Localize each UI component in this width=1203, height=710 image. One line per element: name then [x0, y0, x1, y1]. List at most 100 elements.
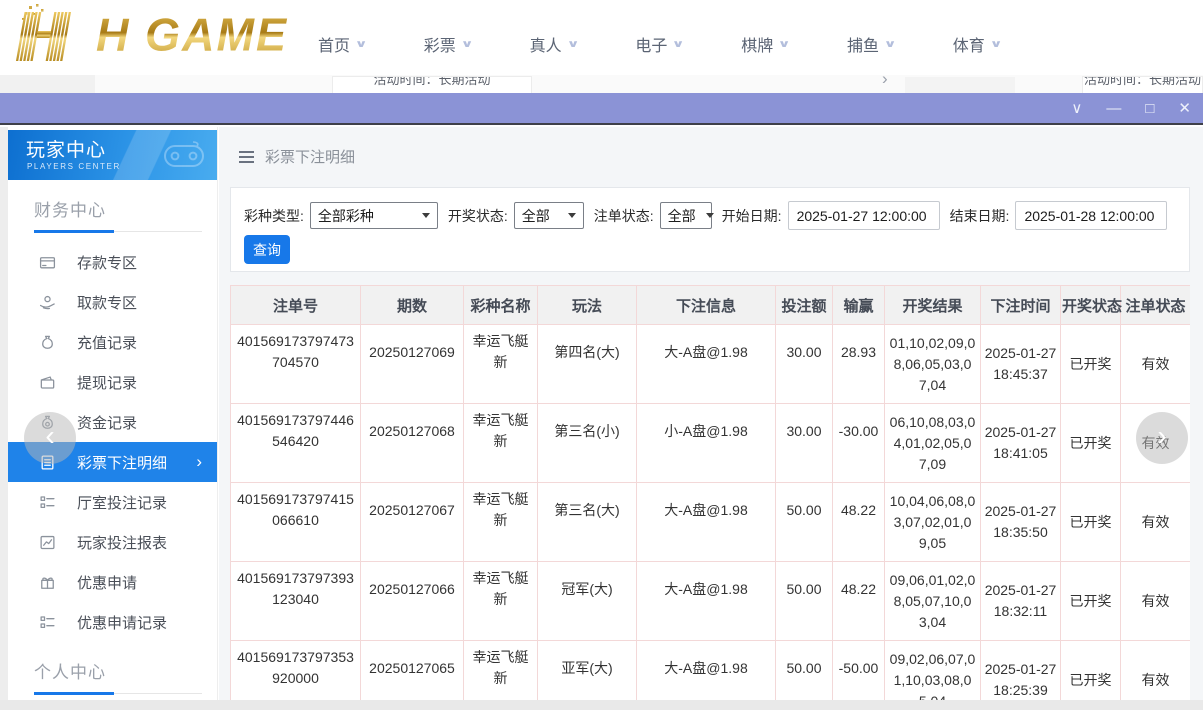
table-cell: 幸运飞艇新 [464, 325, 538, 404]
sidebar-item-label: 提现记录 [77, 372, 137, 393]
nav-item-lottery[interactable]: 彩票 ∨ [424, 32, 471, 56]
column-header: 开奖结果 [885, 286, 981, 325]
table-cell: 2025-01-27 18:35:50 [981, 483, 1061, 562]
logo-text: H GAME [96, 5, 288, 64]
table-cell: 2025-01-27 18:25:39 [981, 641, 1061, 701]
table-cell: -50.00 [833, 641, 885, 701]
table-row: 40156917379741506661020250127067幸运飞艇新第三名… [231, 483, 1191, 562]
background-block [905, 77, 1015, 93]
table-cell: 已开奖 [1061, 562, 1121, 641]
promo-list-icon [39, 614, 56, 631]
table-header-row: 注单号期数彩种名称玩法下注信息投注额输赢开奖结果下注时间开奖状态注单状态 [231, 286, 1191, 325]
table-cell: 已开奖 [1061, 483, 1121, 562]
table-cell: 有效 [1121, 562, 1191, 641]
section-title-personal: 个人中心 [34, 658, 201, 683]
sidebar-item-player-bet-report[interactable]: 玩家投注报表 [8, 522, 217, 562]
sidebar-item-hall-bet-records[interactable]: 厅室投注记录 [8, 482, 217, 522]
column-header: 投注额 [776, 286, 833, 325]
table-cell: 幸运飞艇新 [464, 641, 538, 701]
sidebar-item-withdraw-zone[interactable]: 取款专区 [8, 282, 217, 322]
table-cell: 48.22 [833, 483, 885, 562]
column-header: 玩法 [538, 286, 637, 325]
site-header: H GAME 首页∨彩票∨真人∨电子∨棋牌∨捕鱼∨体育∨ [0, 0, 1203, 75]
table-cell: 2025-01-27 18:45:37 [981, 325, 1061, 404]
section-title-finance: 财务中心 [34, 196, 201, 221]
nav-item-sports[interactable]: 体育∨ [953, 32, 1000, 56]
main-nav: 首页∨彩票∨真人∨电子∨棋牌∨捕鱼∨体育∨ [318, 32, 1000, 56]
minimize-icon[interactable]: — [1106, 99, 1121, 119]
carousel-prev-button[interactable]: ‹ [24, 412, 76, 464]
table-cell: 20250127065 [361, 641, 464, 701]
sidebar-item-recharge-records[interactable]: 充值记录 [8, 322, 217, 362]
chevron-right-icon: › [196, 452, 202, 472]
brand-logo[interactable]: H GAME [10, 4, 288, 64]
close-icon[interactable]: ✕ [1178, 99, 1191, 119]
column-header: 期数 [361, 286, 464, 325]
chevron-down-icon: ∨ [355, 39, 368, 50]
column-header: 下注信息 [637, 286, 776, 325]
table-cell: 01,10,02,09,08,06,05,03,07,04 [885, 325, 981, 404]
background-card: 活动时间：长期活动 [1082, 76, 1203, 93]
sidebar-item-label: 资金记录 [77, 412, 137, 433]
chevron-down-icon: ∨ [778, 39, 791, 50]
table-cell: 幸运飞艇新 [464, 404, 538, 483]
start-date-input[interactable] [788, 201, 940, 230]
column-header: 注单号 [231, 286, 361, 325]
table-cell: 已开奖 [1061, 325, 1121, 404]
sidebar-item-deposit-zone[interactable]: 存款专区 [8, 242, 217, 282]
background-page-strip: 活动时间：长期活动 › 活动时间：长期活动 [0, 75, 1203, 93]
table-cell: 冠军(大) [538, 562, 637, 641]
column-header: 彩种名称 [464, 286, 538, 325]
table-cell: 10,04,06,08,03,07,02,01,09,05 [885, 483, 981, 562]
chevron-down-icon: ∨ [460, 39, 473, 50]
sidebar-item-promo-apply-records[interactable]: 优惠申请记录 [8, 602, 217, 642]
draw-status-select[interactable]: 全部 [514, 202, 584, 229]
lottery-type-select[interactable]: 全部彩种 [310, 202, 438, 229]
table-cell: 第三名(大) [538, 483, 637, 562]
menu-toggle-icon[interactable] [239, 151, 254, 163]
table-cell: 50.00 [776, 641, 833, 701]
table-cell: 亚军(大) [538, 641, 637, 701]
column-header: 下注时间 [981, 286, 1061, 325]
table-cell: -30.00 [833, 404, 885, 483]
background-card: 活动时间：长期活动 [332, 76, 532, 93]
table-cell: 20250127069 [361, 325, 464, 404]
nav-item-label: 彩票 [424, 32, 456, 56]
nav-item-electronic[interactable]: 电子∨ [635, 32, 682, 56]
table-row: 40156917379735392000020250127065幸运飞艇新亚军(… [231, 641, 1191, 701]
sidebar-item-label: 优惠申请 [77, 572, 137, 593]
carousel-next-button[interactable]: › [1136, 412, 1188, 464]
order-status-select[interactable]: 全部 [660, 202, 712, 229]
column-header: 注单状态 [1121, 286, 1191, 325]
sidebar-item-promo-apply[interactable]: 优惠申请 [8, 562, 217, 602]
end-date-input[interactable] [1015, 201, 1167, 230]
nav-item-chess[interactable]: 棋牌 ∨ [741, 32, 788, 56]
nav-item-label: 捕鱼 [847, 32, 879, 56]
table-cell: 20250127068 [361, 404, 464, 483]
content-header: 彩票下注明细 [239, 146, 355, 167]
select-arrow-icon [706, 213, 714, 218]
order-status-label: 注单状态: [594, 206, 654, 226]
nav-item-home[interactable]: 首页∨ [318, 32, 365, 56]
page: H GAME 首页∨彩票∨真人∨电子∨棋牌∨捕鱼∨体育∨ 活动时间：长期活动 ›… [0, 0, 1203, 710]
table-cell: 48.22 [833, 562, 885, 641]
hall-list-icon [39, 494, 56, 511]
query-button[interactable]: 查询 [244, 235, 290, 264]
table-row: 40156917379747370457020250127069幸运飞艇新第四名… [231, 325, 1191, 404]
table-cell: 28.93 [833, 325, 885, 404]
table-cell: 幸运飞艇新 [464, 562, 538, 641]
main-content: 彩票下注明细 彩种类型: 全部彩种 开奖状态: 全部 注单状态: 全部 开始日期… [219, 127, 1203, 700]
maximize-icon[interactable]: □ [1145, 99, 1154, 119]
nav-item-label: 棋牌 [741, 32, 773, 56]
modal-titlebar[interactable]: ∨ — □ ✕ [0, 93, 1203, 125]
sidebar-item-withdrawal-records[interactable]: 提现记录 [8, 362, 217, 402]
nav-item-fishing[interactable]: 捕鱼∨ [847, 32, 894, 56]
sidebar-item-label: 充值记录 [77, 332, 137, 353]
lottery-type-label: 彩种类型: [244, 206, 304, 226]
table-cell: 幸运飞艇新 [464, 483, 538, 562]
draw-status-label: 开奖状态: [448, 206, 508, 226]
nav-item-live[interactable]: 真人∨ [530, 32, 577, 56]
table-cell: 第四名(大) [538, 325, 637, 404]
collapse-icon[interactable]: ∨ [1071, 99, 1082, 119]
table-cell: 2025-01-27 18:32:11 [981, 562, 1061, 641]
